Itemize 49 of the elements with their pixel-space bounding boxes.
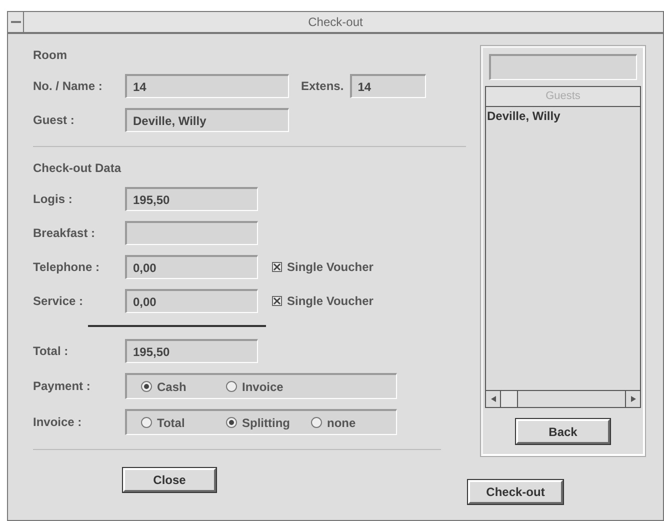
amount-field[interactable]: 0,00 bbox=[125, 255, 258, 279]
checkbox-label: Single Voucher bbox=[287, 259, 374, 276]
field-label: Total : bbox=[33, 343, 70, 360]
search-field[interactable] bbox=[489, 54, 637, 80]
field-label: Telephone : bbox=[33, 259, 100, 276]
amount-field[interactable] bbox=[125, 221, 258, 245]
check-mark-icon bbox=[273, 263, 281, 271]
field-label: Payment : bbox=[33, 378, 92, 395]
radio-button[interactable] bbox=[141, 417, 152, 428]
scroll-thumb[interactable] bbox=[501, 391, 518, 407]
section-heading: Check-out Data bbox=[33, 160, 122, 177]
field-label: Logis : bbox=[33, 191, 74, 208]
checkbox[interactable] bbox=[272, 262, 282, 272]
radio-button[interactable] bbox=[226, 381, 237, 392]
right-arrow-icon bbox=[630, 396, 636, 402]
radio-label: Splitting bbox=[242, 414, 290, 432]
amount-field[interactable]: 0,00 bbox=[125, 289, 258, 313]
window-title: Check-out bbox=[307, 14, 364, 31]
field-label: Invoice : bbox=[33, 414, 83, 431]
radio-label: none bbox=[327, 414, 356, 432]
field-label: No. / Name : bbox=[33, 78, 104, 95]
amount-field[interactable]: 195,50 bbox=[125, 339, 258, 363]
radio-button[interactable] bbox=[141, 381, 152, 392]
field-label: Breakfast : bbox=[33, 225, 96, 242]
list-item[interactable]: Deville, Willy bbox=[486, 107, 640, 125]
room-number-field[interactable]: 14 bbox=[125, 74, 289, 98]
dash-icon bbox=[10, 20, 20, 24]
checkbox[interactable] bbox=[272, 296, 282, 306]
left-arrow-icon bbox=[490, 396, 496, 402]
radio-button[interactable] bbox=[226, 417, 237, 428]
amount-field[interactable]: 195,50 bbox=[125, 187, 258, 211]
guest-field[interactable]: Deville, Willy bbox=[125, 108, 289, 132]
checkbox-label: Single Voucher bbox=[287, 293, 374, 310]
system-menu-button[interactable] bbox=[8, 12, 24, 32]
extension-field[interactable]: 14 bbox=[350, 74, 426, 98]
radio-label: Total bbox=[157, 414, 185, 432]
back-button[interactable]: Back bbox=[516, 419, 610, 444]
horizontal-scrollbar[interactable] bbox=[486, 390, 640, 407]
list-header: Guests bbox=[486, 87, 640, 107]
radio-button[interactable] bbox=[311, 417, 322, 428]
field-label: Guest : bbox=[33, 112, 76, 129]
radio-label: Invoice bbox=[242, 378, 284, 396]
section-heading: Room bbox=[33, 47, 68, 64]
field-label: Service : bbox=[33, 293, 84, 310]
extension-label: Extens. bbox=[301, 78, 344, 95]
check-mark-icon bbox=[273, 297, 281, 305]
radio-label: Cash bbox=[157, 378, 186, 396]
checkout-button[interactable]: Check-out bbox=[468, 480, 563, 504]
close-button[interactable]: Close bbox=[123, 468, 216, 492]
